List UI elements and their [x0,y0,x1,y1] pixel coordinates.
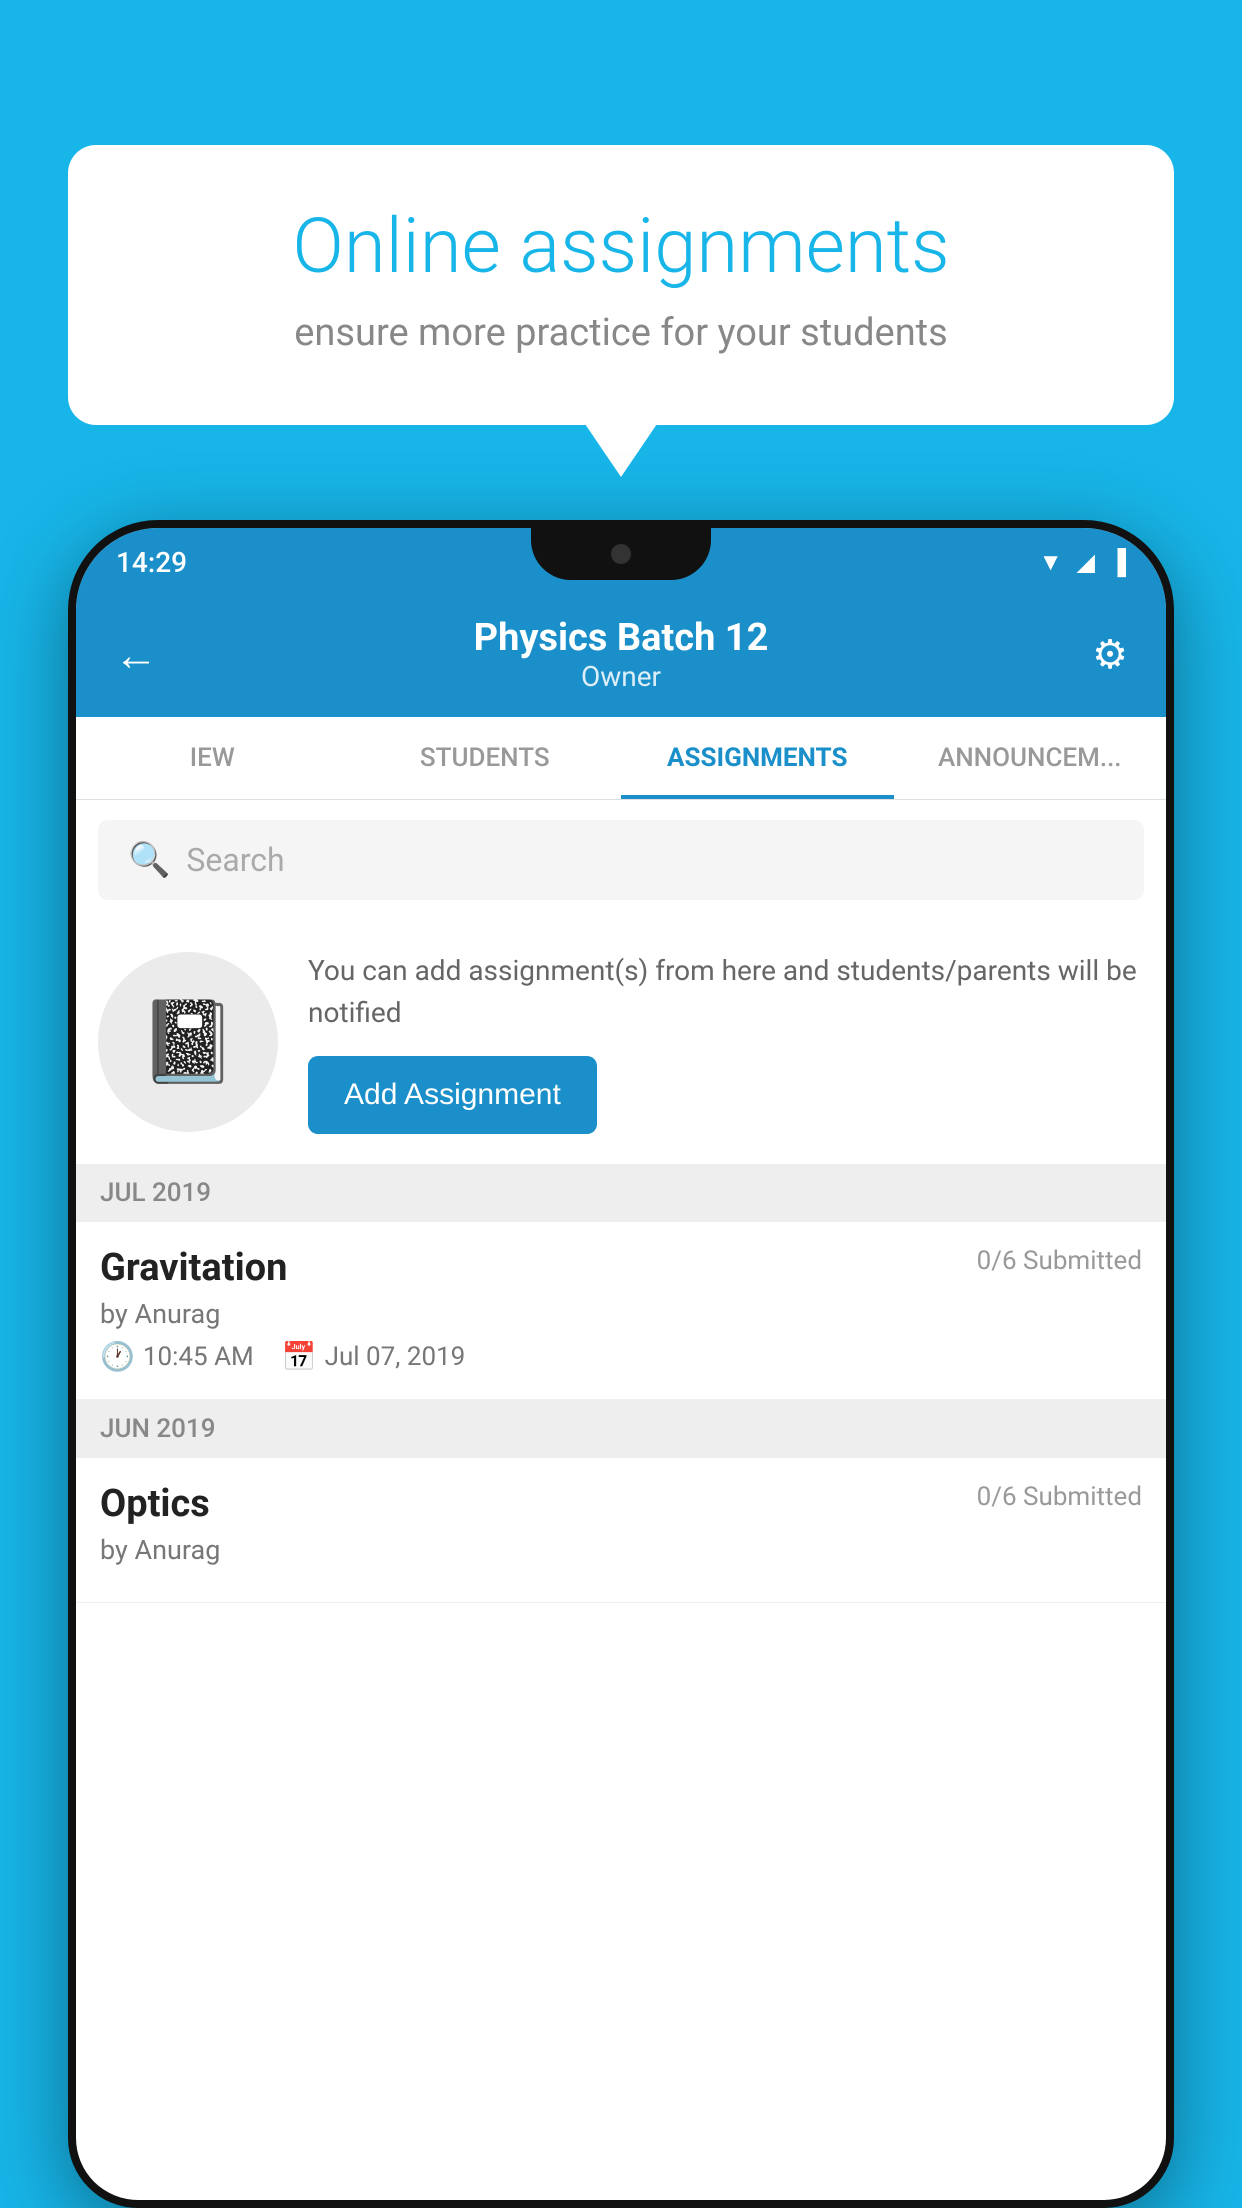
promo-text: You can add assignment(s) from here and … [308,950,1144,1034]
notch [531,528,711,580]
search-container: 🔍 Search [76,800,1166,920]
assignment-submitted-optics: 0/6 Submitted [977,1482,1142,1512]
section-label-jun: JUN 2019 [100,1414,215,1444]
promo-icon-circle: 📓 [98,952,278,1132]
camera-dot [611,544,631,564]
tabs-bar: IEW STUDENTS ASSIGNMENTS ANNOUNCEM... [76,717,1166,800]
wifi-icon: ▼ [1039,548,1063,577]
speech-bubble-subtitle: ensure more practice for your students [138,311,1104,355]
notebook-icon: 📓 [138,995,238,1089]
header-subtitle: Owner [474,660,769,693]
calendar-icon: 📅 [282,1340,317,1373]
assignment-item-gravitation[interactable]: Gravitation 0/6 Submitted by Anurag 🕐 10… [76,1222,1166,1400]
tab-assignments[interactable]: ASSIGNMENTS [621,717,894,799]
speech-bubble-title: Online assignments [138,205,1104,289]
promo-section: 📓 You can add assignment(s) from here an… [76,920,1166,1164]
assignment-meta-gravitation: 🕐 10:45 AM 📅 Jul 07, 2019 [100,1340,1142,1373]
tab-students[interactable]: STUDENTS [349,717,622,799]
status-bar: 14:29 ▼ ◢ ▐ [76,528,1166,596]
assignment-title-optics: Optics [100,1482,210,1526]
section-jul-2019: JUL 2019 [76,1164,1166,1222]
assignment-time-gravitation: 10:45 AM [143,1342,254,1372]
header-title-block: Physics Batch 12 Owner [474,616,769,693]
settings-icon[interactable]: ⚙ [1092,631,1128,678]
assignment-by-optics: by Anurag [100,1534,1142,1566]
clock-icon: 🕐 [100,1340,135,1373]
add-assignment-button[interactable]: Add Assignment [308,1056,597,1134]
battery-icon: ▐ [1109,548,1126,577]
meta-time-gravitation: 🕐 10:45 AM [100,1340,254,1373]
status-icons: ▼ ◢ ▐ [1039,548,1126,577]
search-input[interactable]: Search [186,841,284,879]
signal-icon: ◢ [1077,548,1095,576]
assignment-item-optics[interactable]: Optics 0/6 Submitted by Anurag [76,1458,1166,1603]
meta-date-gravitation: 📅 Jul 07, 2019 [282,1340,466,1373]
back-button[interactable]: ← [114,633,158,677]
assignment-title-gravitation: Gravitation [100,1246,287,1290]
assignment-date-gravitation: Jul 07, 2019 [325,1342,466,1372]
phone-frame: 14:29 ▼ ◢ ▐ ← Physics Batch 12 Owner ⚙ I… [68,520,1174,2208]
section-jun-2019: JUN 2019 [76,1400,1166,1458]
search-icon: 🔍 [128,840,170,880]
status-time: 14:29 [116,546,187,579]
assignment-by-gravitation: by Anurag [100,1298,1142,1330]
tab-announcements[interactable]: ANNOUNCEM... [894,717,1167,799]
speech-bubble-card: Online assignments ensure more practice … [68,145,1174,425]
phone-screen: 14:29 ▼ ◢ ▐ ← Physics Batch 12 Owner ⚙ I… [76,528,1166,2200]
assignment-header-gravitation: Gravitation 0/6 Submitted [100,1246,1142,1290]
header-title: Physics Batch 12 [474,616,769,660]
assignment-submitted-gravitation: 0/6 Submitted [977,1246,1142,1276]
assignment-header-optics: Optics 0/6 Submitted [100,1482,1142,1526]
tab-iew[interactable]: IEW [76,717,349,799]
search-bar[interactable]: 🔍 Search [98,820,1144,900]
section-label-jul: JUL 2019 [100,1178,211,1208]
app-header: ← Physics Batch 12 Owner ⚙ [76,596,1166,717]
promo-content: You can add assignment(s) from here and … [308,950,1144,1134]
